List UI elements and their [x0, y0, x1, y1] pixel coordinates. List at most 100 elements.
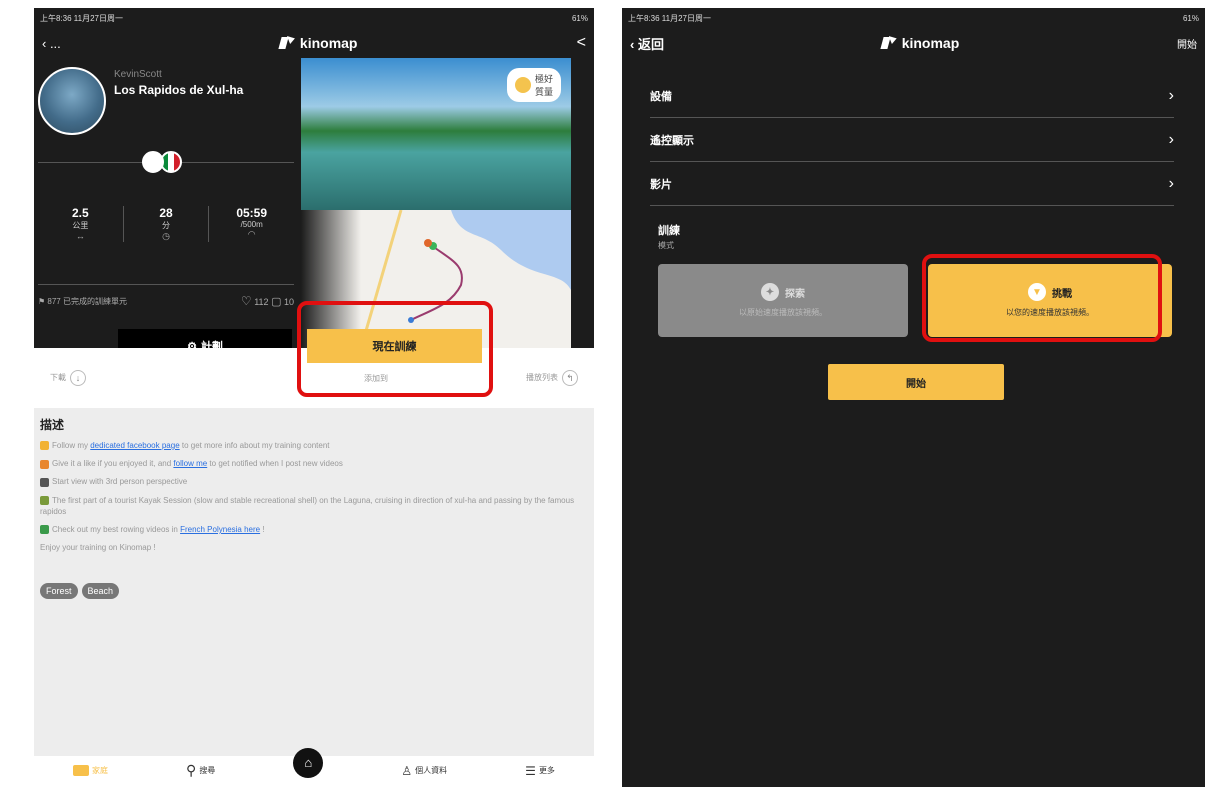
menu-icon: ☰ — [525, 763, 536, 778]
battery-indicator: 61% — [1182, 13, 1199, 23]
user-icon: ♙ — [401, 763, 413, 778]
menu-item-device[interactable]: 設備 › — [650, 74, 1174, 118]
tab-bar: 家庭 ⚲ 搜尋 ⌂ ♙ 個人資料 ☰ 更多 — [34, 747, 594, 785]
description-panel: 描述 Follow my dedicated facebook page to … — [34, 408, 594, 756]
download-icon[interactable]: ↓ — [70, 370, 86, 386]
stat-duration: 28 分 ◷ — [124, 206, 210, 242]
quality-badge: 極好 質量 — [506, 68, 561, 102]
stat-unit: /500m — [240, 220, 263, 229]
quality-text: 極好 質量 — [535, 72, 553, 98]
heart-icon[interactable]: ♡ — [241, 294, 252, 308]
tab-home-feed[interactable]: 家庭 — [73, 765, 108, 776]
start-button[interactable]: 開始 — [828, 364, 1004, 400]
kayak-emoji-icon — [40, 495, 49, 505]
video-thumbnail[interactable]: 極好 質量 — [301, 58, 571, 210]
highlight-box — [297, 301, 493, 397]
thumbs-up-icon — [40, 441, 49, 451]
stat-value: 2.5 — [71, 206, 89, 220]
tag-list: Forest Beach — [40, 583, 588, 600]
description-title: 描述 — [40, 418, 65, 432]
comments-count: 10 — [283, 297, 294, 307]
description-line: Start view with 3rd person perspective — [40, 476, 588, 487]
stat-distance: 2.5 公里 ↔ — [38, 206, 124, 242]
download-label: 下載 — [50, 373, 66, 383]
back-button[interactable]: ‹ 返回 — [630, 34, 664, 53]
stat-unit: 分 — [162, 221, 170, 230]
quality-line1: 極好 — [534, 74, 553, 84]
camera-icon — [40, 477, 49, 487]
tab-search[interactable]: ⚲ 搜尋 — [186, 762, 215, 779]
status-time: 上午8:36 11月27日周一 — [40, 13, 123, 23]
share-arrow-icon[interactable]: ↰ — [562, 370, 578, 386]
tab-more[interactable]: ☰ 更多 — [525, 764, 555, 778]
battery-indicator: 61% — [571, 13, 588, 23]
facebook-page-link[interactable]: dedicated facebook page — [90, 441, 179, 450]
menu-item-remote-display[interactable]: 遙控顯示 › — [650, 118, 1174, 162]
quality-line2: 質量 — [534, 87, 553, 97]
tab-label: 更多 — [538, 766, 555, 775]
distance-icon: ↔ — [75, 231, 85, 241]
brand-logo: kinomap — [882, 35, 960, 51]
nav-start-button[interactable]: 開始 — [1177, 36, 1197, 51]
description-text: ! — [260, 524, 265, 534]
training-subtitle: 模式 — [658, 241, 674, 250]
nav-bar: ‹ 返回 kinomap 開始 — [622, 28, 1205, 58]
home-button[interactable]: ⌂ — [293, 747, 324, 778]
tag-forest[interactable]: Forest — [40, 583, 78, 600]
divider — [38, 284, 294, 285]
description-text: to get notified when I post new videos — [207, 459, 343, 469]
stat-value: 28 — [159, 206, 173, 220]
comment-icon[interactable]: ▢ — [271, 296, 281, 308]
stats: 2.5 公里 ↔ 28 分 ◷ 05:59 /500m ◠ — [38, 206, 294, 242]
stat-value: 05:59 — [236, 206, 268, 220]
description-text: Follow my — [52, 441, 91, 450]
share-icon[interactable]: < — [577, 34, 586, 52]
left-screen: 上午8:36 11月27日周一 61% ‹ ... kinomap < Kevi… — [34, 8, 594, 785]
compass-icon: ✦ — [761, 283, 779, 301]
mode-desc: 以原始速度播放該視頻。 — [739, 308, 827, 317]
reactions: ♡ 112 ▢ 10 — [241, 294, 294, 308]
completed-label: 877 已完成的訓練單元 — [47, 296, 127, 306]
kayak-icon — [142, 151, 164, 173]
description-text: The first part of a tourist Kayak Sessio… — [40, 495, 575, 516]
french-polynesia-link[interactable]: French Polynesia here — [180, 525, 260, 534]
stat-unit: 公里 — [72, 221, 89, 230]
menu-item-video[interactable]: 影片 › — [650, 162, 1174, 206]
heart-emoji-icon — [40, 459, 49, 469]
clock-icon: ◷ — [162, 231, 170, 241]
brand-name: kinomap — [299, 35, 358, 51]
stat-pace: 05:59 /500m ◠ — [209, 206, 294, 242]
back-label: 返回 — [637, 36, 664, 52]
track-title: Los Rapidos de Xul-ha — [114, 83, 244, 97]
description-text: Start view with 3rd person perspective — [52, 477, 188, 487]
chevron-right-icon: › — [1168, 174, 1174, 192]
home-feed-icon — [73, 765, 90, 776]
description-text: to get more info about my training conte… — [179, 441, 330, 450]
description-line: Give it a like if you enjoyed it, and fo… — [40, 458, 588, 469]
checkered-flag-icon: ⚑ — [38, 296, 48, 306]
quality-icon — [514, 77, 531, 93]
right-screen: 上午8:36 11月27日周一 61% ‹ 返回 kinomap 開始 設備 › … — [622, 8, 1205, 787]
username[interactable]: KevinScott — [114, 69, 162, 80]
brand-name: kinomap — [901, 35, 960, 51]
highlight-box — [922, 254, 1162, 342]
back-button[interactable]: ‹ ... — [42, 36, 61, 51]
settings-menu: 設備 › 遙控顯示 › 影片 › — [650, 74, 1174, 206]
status-time: 上午8:36 11月27日周一 — [628, 13, 711, 23]
tab-label: 家庭 — [92, 766, 109, 775]
mode-title: 探索 — [785, 288, 805, 300]
search-icon: ⚲ — [186, 762, 197, 778]
mode-head: ✦ 探索 — [761, 283, 805, 301]
chevron-right-icon: › — [1168, 130, 1174, 148]
avatar[interactable] — [38, 67, 106, 135]
follow-me-link[interactable]: follow me — [173, 459, 207, 468]
flags — [142, 151, 182, 173]
description-line: Check out my best rowing videos in Frenc… — [40, 524, 588, 535]
download-action[interactable]: 下載 ↓ — [50, 370, 86, 386]
mode-explore-button[interactable]: ✦ 探索 以原始速度播放該視頻。 — [658, 264, 908, 337]
description-line: Enjoy your training on Kinomap ! — [40, 543, 156, 553]
playlist-action[interactable]: 播放列表 ↰ — [526, 370, 578, 386]
tab-profile[interactable]: ♙ 個人資料 — [401, 764, 447, 778]
tab-label: 搜尋 — [199, 766, 216, 775]
tag-beach[interactable]: Beach — [81, 583, 120, 600]
